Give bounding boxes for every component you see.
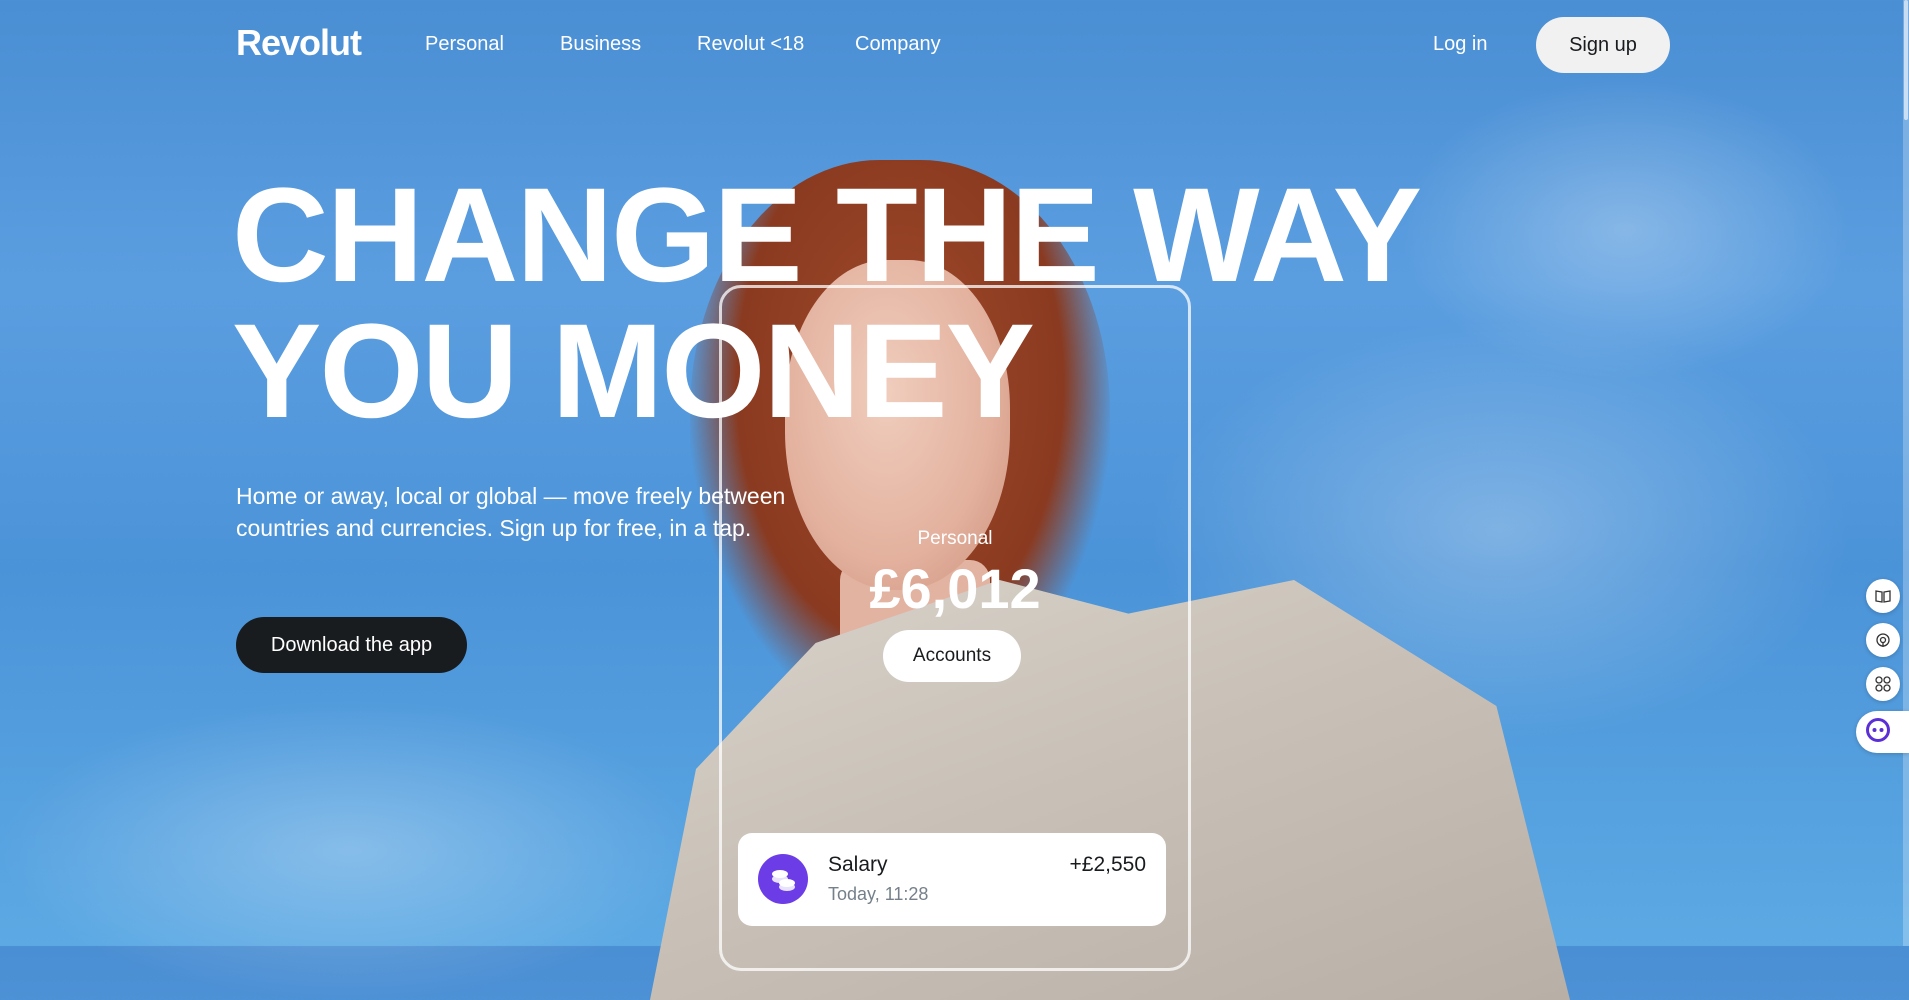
cloud — [0, 700, 700, 1000]
nav-link-company[interactable]: Company — [855, 33, 941, 56]
account-label: Personal — [917, 528, 993, 549]
scrollbar-track[interactable] — [1903, 0, 1909, 946]
assistant-tab[interactable] — [1856, 711, 1909, 753]
book-icon[interactable] — [1866, 579, 1900, 613]
top-navigation: Revolut Personal Business Revolut <18 Co… — [0, 0, 1909, 90]
accounts-button[interactable]: Accounts — [883, 630, 1021, 682]
transaction-title: Salary — [828, 853, 888, 876]
coins-icon — [758, 854, 808, 904]
nav-link-revolut-under-18[interactable]: Revolut <18 — [697, 33, 804, 56]
signup-button[interactable]: Sign up — [1536, 17, 1670, 73]
headline-line-1: CHANGE THE WAY — [232, 161, 1422, 310]
nav-link-business[interactable]: Business — [560, 33, 641, 56]
revolut-logo[interactable]: Revolut — [236, 22, 362, 64]
headline-line-2: YOU MONEY — [232, 297, 1035, 446]
assistant-face-icon — [1864, 716, 1892, 749]
download-app-button[interactable]: Download the app — [236, 617, 467, 673]
nav-link-personal[interactable]: Personal — [425, 33, 504, 56]
scrollbar-thumb[interactable] — [1904, 0, 1908, 120]
hero-headline: CHANGE THE WAY YOU MONEY — [232, 161, 1422, 446]
transaction-amount: +£2,550 — [1069, 853, 1147, 876]
transaction-card: Salary Today, 11:28 +£2,550 — [738, 833, 1166, 926]
transaction-time: Today, 11:28 — [828, 884, 929, 904]
broadcast-icon[interactable] — [1866, 623, 1900, 657]
apps-grid-icon[interactable] — [1866, 667, 1900, 701]
account-balance: £6,012 — [869, 557, 1041, 620]
login-link[interactable]: Log in — [1433, 33, 1488, 56]
